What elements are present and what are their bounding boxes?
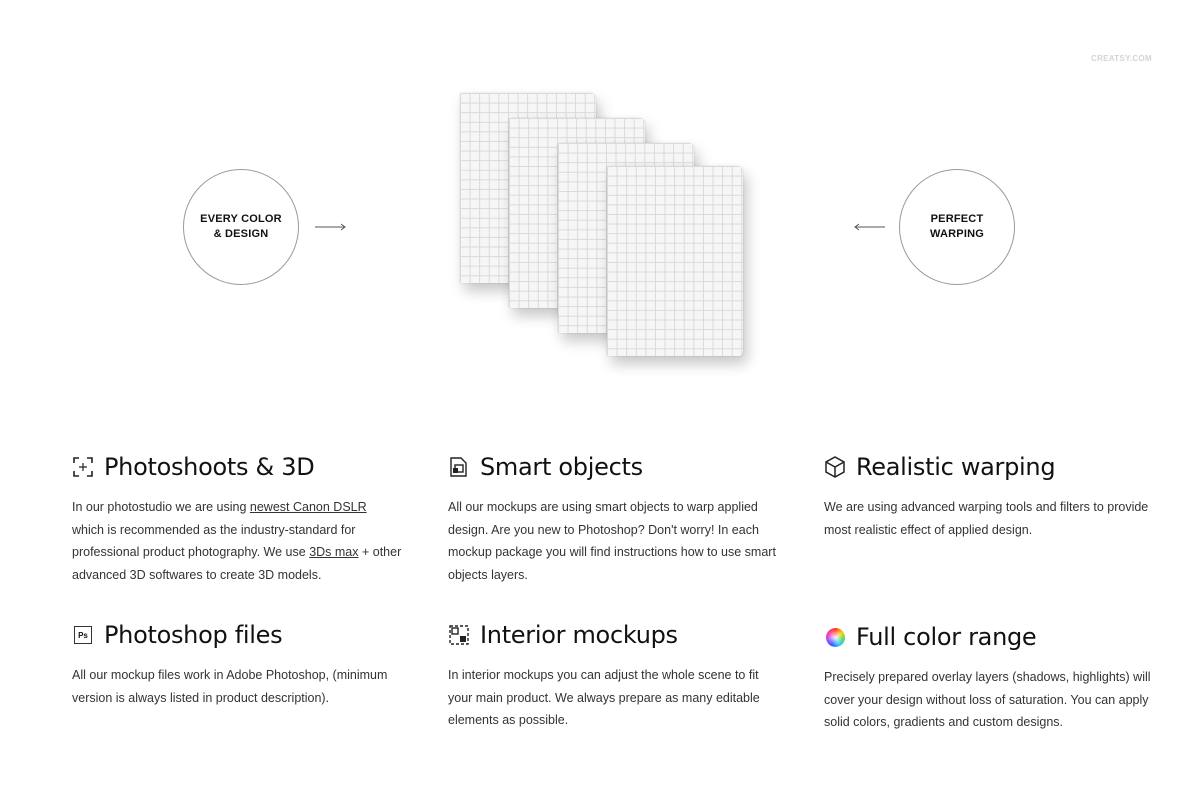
every-color-circle: EVERY COLOR & DESIGN: [183, 169, 299, 285]
feature-title: Photoshoots & 3D: [104, 453, 315, 481]
feature-description: All our mockup files work in Adobe Photo…: [72, 668, 388, 705]
photoshoot-frame-icon: [72, 456, 94, 478]
perfect-warping-label: PERFECT WARPING: [930, 213, 984, 240]
smart-object-icon: [448, 456, 470, 478]
notebook-mockup-4: [607, 166, 743, 356]
feature-interior-mockups: Interior mockups In interior mockups you…: [448, 620, 778, 732]
every-color-label: EVERY COLOR & DESIGN: [200, 213, 282, 240]
feature-description: Precisely prepared overlay layers (shado…: [824, 670, 1151, 729]
arrow-right-icon: [315, 223, 346, 231]
cube-icon: [824, 456, 846, 478]
interior-layout-icon: [448, 624, 470, 646]
feature-photoshop-files: Ps Photoshop files All our mockup files …: [72, 620, 402, 709]
perfect-warping-circle: PERFECT WARPING: [899, 169, 1015, 285]
arrow-left-icon: [854, 223, 885, 231]
color-wheel-icon: [824, 626, 846, 648]
feature-full-color-range: Full color range Precisely prepared over…: [824, 622, 1154, 734]
canon-link[interactable]: newest Canon DSLR: [250, 500, 367, 514]
3ds-max-link[interactable]: 3Ds max: [309, 545, 358, 559]
feature-title: Interior mockups: [480, 621, 678, 649]
feature-title: Smart objects: [480, 453, 643, 481]
feature-smart-objects: Smart objects All our mockups are using …: [448, 452, 778, 586]
feature-description: In interior mockups you can adjust the w…: [448, 668, 760, 727]
feature-description: All our mockups are using smart objects …: [448, 500, 776, 582]
feature-description: In our photostudio we are using newest C…: [72, 500, 402, 582]
feature-description: We are using advanced warping tools and …: [824, 500, 1149, 537]
feature-title: Photoshop files: [104, 621, 283, 649]
watermark: CREATSY.COM: [1091, 54, 1152, 63]
feature-title: Realistic warping: [856, 453, 1056, 481]
feature-title: Full color range: [856, 623, 1037, 651]
photoshop-icon: Ps: [72, 624, 94, 646]
feature-photoshoots: Photoshoots & 3D In our photostudio we a…: [72, 452, 402, 586]
feature-realistic-warping: Realistic warping We are using advanced …: [824, 452, 1154, 541]
